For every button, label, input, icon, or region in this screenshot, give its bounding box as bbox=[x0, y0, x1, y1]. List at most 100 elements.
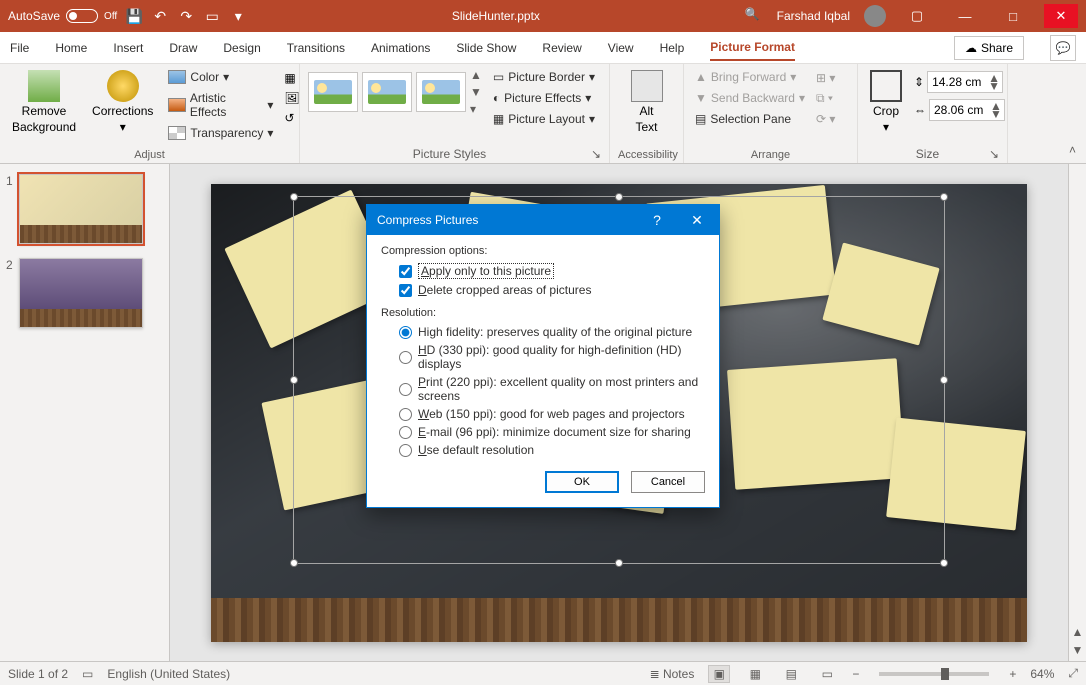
handle-w[interactable] bbox=[290, 376, 298, 384]
ribbon-display-icon[interactable]: ▢ bbox=[900, 4, 934, 28]
dialog-titlebar[interactable]: Compress Pictures ? ✕ bbox=[367, 205, 719, 235]
picture-effects-button[interactable]: ◐ Picture Effects ▾ bbox=[490, 89, 598, 107]
fit-to-window-icon[interactable]: ⤢ bbox=[1068, 666, 1078, 681]
crop-button[interactable]: Crop ▾ bbox=[866, 68, 906, 136]
handle-se[interactable] bbox=[940, 559, 948, 567]
resolution-web-radio[interactable] bbox=[399, 408, 412, 421]
thumb-row-1[interactable]: 1 bbox=[6, 174, 163, 244]
styles-scroll-down[interactable]: ▼ bbox=[470, 85, 482, 99]
next-slide-icon[interactable]: ▼ bbox=[1072, 643, 1084, 657]
resolution-hd-row[interactable]: HD (330 ppi): good quality for high-defi… bbox=[381, 341, 705, 373]
color-button[interactable]: Color ▾ bbox=[165, 68, 276, 86]
send-backward-button[interactable]: ▼ Send Backward ▾ bbox=[692, 89, 808, 107]
compress-pictures-icon[interactable]: ▦ bbox=[284, 71, 299, 85]
search-icon[interactable]: 🔍 bbox=[745, 7, 763, 25]
height-field[interactable]: ▲▼ bbox=[927, 71, 1003, 93]
resolution-print-radio[interactable] bbox=[399, 383, 412, 396]
handle-s[interactable] bbox=[615, 559, 623, 567]
tab-view[interactable]: View bbox=[608, 36, 634, 60]
height-down[interactable]: ▼ bbox=[988, 82, 1000, 90]
tab-slideshow[interactable]: Slide Show bbox=[456, 36, 516, 60]
present-from-beginning-icon[interactable]: ▭ bbox=[203, 7, 221, 25]
apply-only-checkbox[interactable] bbox=[399, 265, 412, 278]
delete-cropped-checkbox-row[interactable]: Delete cropped areas of pictures bbox=[381, 281, 705, 299]
resolution-email-radio[interactable] bbox=[399, 426, 412, 439]
rotate-button[interactable]: ⟳ ▾ bbox=[816, 112, 835, 126]
handle-e[interactable] bbox=[940, 376, 948, 384]
apply-only-checkbox-row[interactable]: Apply only to this picture bbox=[381, 261, 705, 281]
change-picture-icon[interactable]: 🖼 bbox=[284, 91, 299, 105]
slide-sorter-view-icon[interactable]: ▦ bbox=[744, 665, 766, 683]
corrections-button[interactable]: Corrections ▾ bbox=[88, 68, 157, 136]
width-down[interactable]: ▼ bbox=[990, 110, 1002, 118]
dialog-help-icon[interactable]: ? bbox=[637, 205, 677, 235]
normal-view-icon[interactable]: ▣ bbox=[708, 665, 730, 683]
size-launcher-icon[interactable]: ↘ bbox=[989, 147, 999, 161]
accessibility-icon[interactable]: ▭ bbox=[82, 667, 93, 681]
group-button[interactable]: ⧉ ▾ bbox=[816, 91, 835, 106]
share-button[interactable]: ☁ Share bbox=[954, 36, 1024, 60]
prev-slide-icon[interactable]: ▲ bbox=[1072, 625, 1084, 639]
resolution-hifi-row[interactable]: High fidelity: preserves quality of the … bbox=[381, 323, 705, 341]
tab-picture-format[interactable]: Picture Format bbox=[710, 35, 795, 61]
styles-expand[interactable]: ▾ bbox=[470, 102, 482, 116]
tab-help[interactable]: Help bbox=[660, 36, 685, 60]
slide-thumbnails-panel[interactable]: 1 2 bbox=[0, 164, 170, 661]
zoom-in-icon[interactable]: + bbox=[1009, 667, 1016, 681]
bring-forward-button[interactable]: ▲ Bring Forward ▾ bbox=[692, 68, 808, 86]
resolution-hifi-radio[interactable] bbox=[399, 326, 412, 339]
resolution-print-row[interactable]: Print (220 ppi): excellent quality on mo… bbox=[381, 373, 705, 405]
tab-animations[interactable]: Animations bbox=[371, 36, 430, 60]
notes-button[interactable]: ≣ Notes bbox=[650, 667, 695, 681]
quick-access-more-icon[interactable]: ▾ bbox=[229, 7, 247, 25]
dialog-close-icon[interactable]: ✕ bbox=[677, 205, 717, 235]
minimize-icon[interactable]: — bbox=[948, 4, 982, 28]
align-button[interactable]: ⊞ ▾ bbox=[816, 71, 835, 85]
remove-background-button[interactable]: Remove Background bbox=[8, 68, 80, 136]
close-icon[interactable]: ✕ bbox=[1044, 4, 1078, 28]
tab-draw[interactable]: Draw bbox=[169, 36, 197, 60]
collapse-ribbon-icon[interactable]: ˄ bbox=[1069, 143, 1076, 157]
artistic-effects-button[interactable]: Artistic Effects ▾ bbox=[165, 89, 276, 121]
styles-scroll-up[interactable]: ▲ bbox=[470, 68, 482, 82]
vertical-scrollbar[interactable]: ▲ ▼ bbox=[1068, 164, 1086, 661]
handle-n[interactable] bbox=[615, 193, 623, 201]
picture-style-3[interactable] bbox=[416, 72, 466, 112]
ok-button[interactable]: OK bbox=[545, 471, 619, 493]
resolution-hd-radio[interactable] bbox=[399, 351, 412, 364]
alt-text-button[interactable]: Alt Text bbox=[627, 68, 667, 136]
height-input[interactable] bbox=[928, 75, 986, 89]
handle-ne[interactable] bbox=[940, 193, 948, 201]
zoom-level[interactable]: 64% bbox=[1030, 667, 1054, 681]
width-field[interactable]: ▲▼ bbox=[929, 99, 1005, 121]
resolution-default-row[interactable]: Use default resolution bbox=[381, 441, 705, 459]
handle-sw[interactable] bbox=[290, 559, 298, 567]
delete-cropped-checkbox[interactable] bbox=[399, 284, 412, 297]
picture-layout-button[interactable]: ▦ Picture Layout ▾ bbox=[490, 110, 598, 128]
thumb-row-2[interactable]: 2 bbox=[6, 258, 163, 328]
undo-icon[interactable]: ↶ bbox=[151, 7, 169, 25]
zoom-thumb[interactable] bbox=[941, 668, 949, 680]
tab-insert[interactable]: Insert bbox=[113, 36, 143, 60]
zoom-out-icon[interactable]: − bbox=[852, 667, 859, 681]
maximize-icon[interactable]: □ bbox=[996, 4, 1030, 28]
tab-home[interactable]: Home bbox=[55, 36, 87, 60]
picture-style-1[interactable] bbox=[308, 72, 358, 112]
picture-style-2[interactable] bbox=[362, 72, 412, 112]
slide-thumbnail-2[interactable] bbox=[19, 258, 143, 328]
picture-border-button[interactable]: ▭ Picture Border ▾ bbox=[490, 68, 598, 86]
handle-nw[interactable] bbox=[290, 193, 298, 201]
autosave-toggle[interactable]: AutoSave Off bbox=[8, 9, 117, 23]
comments-button[interactable]: 💬 bbox=[1050, 35, 1076, 61]
cancel-button[interactable]: Cancel bbox=[631, 471, 705, 493]
save-icon[interactable]: 💾 bbox=[125, 7, 143, 25]
language-indicator[interactable]: English (United States) bbox=[107, 667, 230, 681]
resolution-default-radio[interactable] bbox=[399, 444, 412, 457]
slideshow-view-icon[interactable]: ▭ bbox=[816, 665, 838, 683]
tab-file[interactable]: File bbox=[10, 36, 29, 60]
reading-view-icon[interactable]: ▤ bbox=[780, 665, 802, 683]
slide-thumbnail-1[interactable] bbox=[19, 174, 143, 244]
tab-design[interactable]: Design bbox=[223, 36, 260, 60]
zoom-slider[interactable] bbox=[879, 672, 989, 676]
selection-pane-button[interactable]: ▤ Selection Pane bbox=[692, 110, 808, 128]
